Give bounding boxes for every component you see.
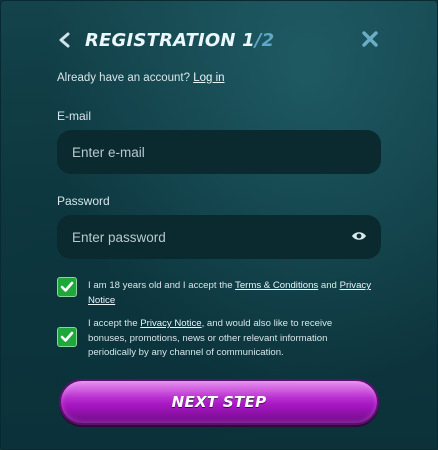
age-terms-checkbox[interactable] — [57, 277, 77, 297]
email-label: E-mail — [57, 109, 92, 123]
marketing-consent: I accept the Privacy Notice, and would a… — [57, 317, 381, 361]
registration-header: REGISTRATION 1/2 — [57, 27, 383, 53]
chevron-left-icon[interactable] — [57, 29, 73, 51]
consent-2-text-before: I accept the — [88, 318, 141, 329]
privacy-notice-link-2[interactable]: Privacy Notice — [140, 318, 201, 329]
terms-link[interactable]: Terms & Conditions — [235, 280, 318, 291]
registration-panel: REGISTRATION 1/2 Already have an account… — [0, 0, 438, 450]
have-account-row: Already have an account? Log in — [57, 72, 225, 84]
have-account-text: Already have an account? — [57, 72, 190, 84]
login-link[interactable]: Log in — [193, 72, 224, 84]
marketing-text: I accept the Privacy Notice, and would a… — [88, 317, 368, 361]
consent-1-text-before: I am 18 years old and I accept the — [88, 280, 236, 291]
password-label: Password — [57, 194, 110, 208]
next-step-label: NEXT STEP — [171, 393, 267, 411]
checkmark-icon — [60, 281, 74, 292]
age-terms-text: I am 18 years old and I accept the Terms… — [88, 279, 381, 308]
consent-1-text-mid: and — [318, 280, 340, 291]
email-field-container[interactable] — [57, 130, 381, 174]
title-step-total: 2 — [261, 29, 275, 51]
checkmark-icon — [60, 331, 74, 342]
close-icon[interactable] — [361, 30, 379, 48]
password-field-container[interactable] — [57, 215, 381, 259]
password-field[interactable] — [72, 229, 351, 245]
title-step-separator: / — [254, 29, 262, 51]
marketing-checkbox[interactable] — [57, 327, 77, 347]
age-terms-consent: I am 18 years old and I accept the Terms… — [57, 277, 381, 308]
next-step-button[interactable]: NEXT STEP — [59, 379, 379, 425]
eye-icon[interactable] — [351, 230, 367, 242]
email-field[interactable] — [72, 144, 351, 160]
page-title: REGISTRATION 1/2 — [85, 30, 274, 51]
title-text: REGISTRATION 1 — [85, 29, 255, 51]
